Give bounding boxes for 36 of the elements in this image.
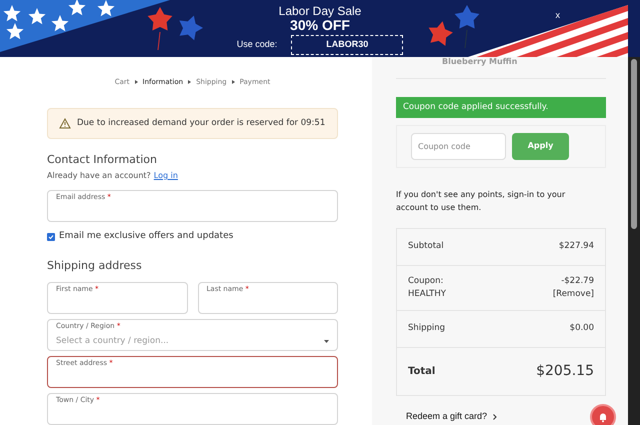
chevron-icon bbox=[188, 80, 192, 84]
gift-card-link[interactable]: Redeem a gift card? bbox=[406, 410, 488, 424]
remove-link[interactable]: [Remove] bbox=[552, 288, 594, 301]
newsletter-checkbox[interactable] bbox=[47, 232, 55, 241]
bell-icon bbox=[597, 410, 609, 423]
total-label: Subtotal bbox=[408, 240, 444, 254]
chevron-icon bbox=[134, 80, 138, 84]
total-label: Total bbox=[408, 364, 436, 379]
dropdown-arrow-icon bbox=[324, 340, 329, 343]
sale-offer: 30% OFF bbox=[290, 18, 350, 32]
product-name: Blueberry Muffin bbox=[396, 56, 606, 79]
notice-text: Due to increased demand your order is reserved for 09:51 bbox=[77, 116, 326, 130]
sale-title: Labor Day Sale bbox=[278, 5, 362, 17]
section-heading: Shipping address bbox=[47, 258, 143, 274]
code-label: Use code: bbox=[236, 38, 278, 51]
total-value: -$22.79 bbox=[561, 274, 594, 288]
coupon-message: Coupon code applied successfully. bbox=[396, 97, 606, 118]
chevron-icon bbox=[232, 80, 235, 84]
warning-icon bbox=[59, 118, 71, 128]
chevron-icon bbox=[493, 414, 498, 420]
promo-code: LABOR30 bbox=[291, 35, 404, 54]
coupon-field[interactable]: Coupon code bbox=[411, 132, 506, 160]
login-link[interactable]: Log in bbox=[154, 170, 178, 182]
section-heading: Contact Information bbox=[47, 152, 158, 168]
total-value: $227.94 bbox=[558, 240, 594, 254]
scrollbar[interactable] bbox=[628, 57, 640, 425]
coupon-name: HEALTHY bbox=[408, 288, 446, 301]
account-prompt: Already have an account? bbox=[47, 170, 151, 182]
total-value: $0.00 bbox=[570, 322, 594, 336]
grand-total: $205.15 bbox=[536, 362, 594, 381]
total-label: Shipping bbox=[408, 322, 446, 336]
close-button[interactable]: x bbox=[556, 9, 560, 22]
total-label: Coupon: bbox=[408, 274, 444, 288]
notification-bell-button[interactable] bbox=[590, 404, 616, 425]
newsletter-label: Email me exclusive offers and updates bbox=[59, 230, 234, 243]
points-note: If you don't see any points, sign-in to your account to use them. bbox=[396, 188, 566, 214]
